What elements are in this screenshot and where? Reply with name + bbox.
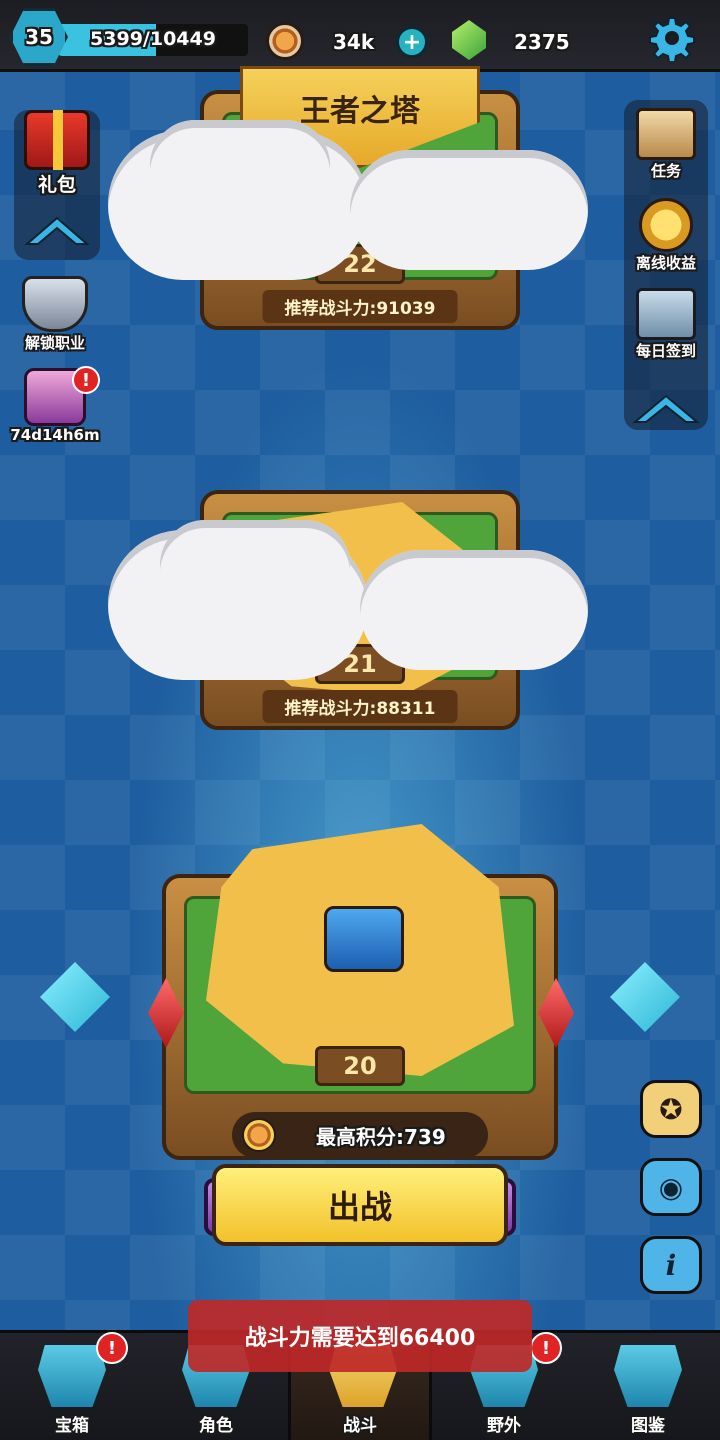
daily-checkin-label: 每日签到 <box>635 342 696 360</box>
checkin-icon <box>636 288 696 340</box>
nav-label: 战斗 <box>343 1416 377 1436</box>
task-scroll-icon <box>636 108 696 160</box>
info-button[interactable]: i <box>640 1236 702 1294</box>
settings-button[interactable] <box>648 14 696 62</box>
gear-icon <box>649 17 695 61</box>
treasure-chest-icon <box>324 906 404 972</box>
recommended-power: 推荐战斗力:91039 <box>262 290 458 323</box>
coin-icon <box>266 22 304 60</box>
cloud <box>360 550 588 670</box>
battle-button[interactable]: 出战 <box>212 1164 508 1246</box>
tasks-button[interactable]: 任务 <box>624 108 708 181</box>
gift-pack-button[interactable]: 礼包 <box>14 110 100 197</box>
recommended-power: 推荐战斗力:88311 <box>262 690 458 723</box>
medal-button[interactable]: ✪ <box>640 1080 702 1138</box>
medal-icon: ✪ <box>659 1092 683 1126</box>
collapse-chevron-icon[interactable] <box>630 388 702 428</box>
battle-button-label: 出战 <box>327 1188 392 1226</box>
collapse-chevron-icon[interactable] <box>22 210 92 250</box>
toast-message: 战斗力需要达到66400 <box>188 1300 532 1372</box>
offline-income-button[interactable]: 离线收益 <box>624 198 708 273</box>
gold-coin-icon <box>639 198 693 252</box>
cloud <box>350 150 588 270</box>
nav-label: 角色 <box>199 1416 233 1436</box>
eye-button[interactable]: ◉ <box>640 1158 702 1216</box>
book-nav-icon <box>614 1345 682 1407</box>
coin-count: 34k <box>333 30 375 54</box>
gift-box-icon <box>24 110 90 170</box>
green-gem-icon <box>452 20 486 60</box>
gem-count: 2375 <box>514 30 570 54</box>
offline-income-label: 离线收益 <box>635 254 696 272</box>
cloud <box>160 520 350 610</box>
toast-text: 战斗力需要达到66400 <box>244 1326 476 1351</box>
timer-label: 74d14h6m <box>10 426 100 444</box>
level-hexagon-icon[interactable]: 35 <box>10 8 68 66</box>
tasks-label: 任务 <box>650 162 681 180</box>
unlock-class-label: 解锁职业 <box>24 334 85 352</box>
alert-badge: ! <box>530 1332 562 1364</box>
best-score-banner: 最高积分:739 <box>232 1112 488 1158</box>
eye-icon: ◉ <box>658 1170 684 1204</box>
unlock-class-button[interactable]: 解锁职业 <box>10 276 100 353</box>
nav-codex[interactable]: 图鉴 <box>576 1333 720 1440</box>
nav-label: 宝箱 <box>55 1416 89 1436</box>
alert-badge: ! <box>96 1332 128 1364</box>
best-score-text: 最高积分:739 <box>316 1124 446 1149</box>
add-gems-button[interactable]: + <box>396 26 428 58</box>
level-number: 35 <box>25 25 53 49</box>
cloud <box>150 120 330 210</box>
score-coin-icon <box>242 1118 276 1152</box>
nav-label: 野外 <box>487 1416 521 1436</box>
chest-nav-icon <box>38 1345 106 1407</box>
daily-checkin-button[interactable]: 每日签到 <box>624 288 708 361</box>
stage-number: 20 <box>315 1046 405 1086</box>
top-bar: 5399/10449 35 34k + 2375 <box>0 0 720 72</box>
nav-label: 图鉴 <box>631 1416 665 1436</box>
gift-pack-label: 礼包 <box>37 174 76 196</box>
info-icon: i <box>665 1248 677 1282</box>
xp-text: 5399/10449 <box>90 28 216 50</box>
xp-bar: 5399/10449 <box>58 24 248 56</box>
armor-icon <box>22 276 88 332</box>
alert-badge: ! <box>72 366 100 394</box>
